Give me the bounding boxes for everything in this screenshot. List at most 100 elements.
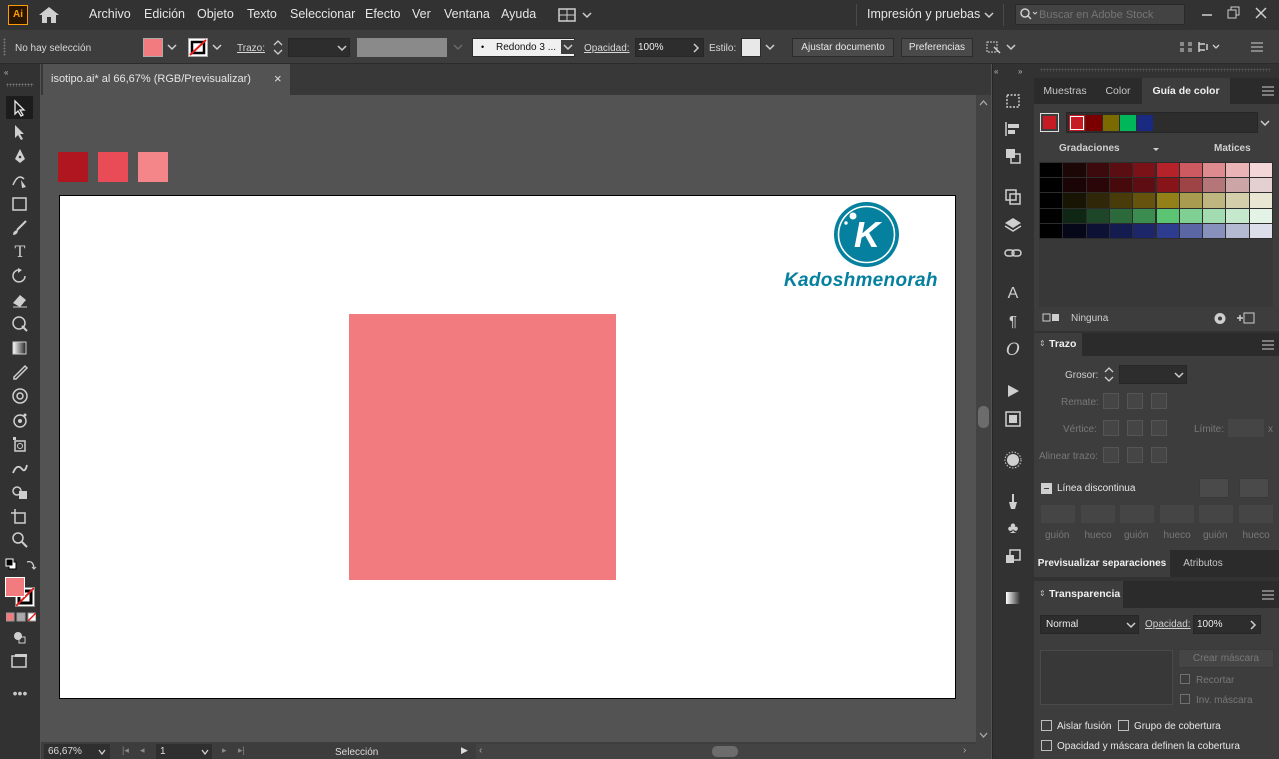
- save-color-group-icon[interactable]: [1236, 312, 1256, 325]
- tab-swatches[interactable]: Muestras: [1036, 78, 1094, 104]
- color-guide-cell[interactable]: [1226, 193, 1249, 208]
- canvas-swatch-3[interactable]: [138, 152, 168, 182]
- limit-none-icon[interactable]: [1042, 313, 1062, 323]
- chevron-down-icon[interactable]: [1258, 116, 1272, 130]
- color-guide-cell[interactable]: [1179, 208, 1203, 223]
- logo-icon[interactable]: K: [833, 201, 900, 268]
- artboard-number-field[interactable]: 1: [156, 744, 212, 759]
- menu-ver[interactable]: Ver: [412, 7, 431, 21]
- zoom-field[interactable]: 66,67%: [44, 744, 110, 759]
- dashed-line-checkbox[interactable]: [1041, 483, 1052, 494]
- panel-menu-icon[interactable]: [1261, 589, 1275, 601]
- shape-builder-icon[interactable]: [10, 483, 30, 501]
- miter-join-icon[interactable]: [1103, 420, 1119, 436]
- weight-stepper[interactable]: [1102, 365, 1116, 384]
- menu-texto[interactable]: Texto: [247, 7, 277, 21]
- canvas-swatch-1[interactable]: [58, 152, 88, 182]
- color-guide-cell[interactable]: [1156, 178, 1179, 193]
- color-guide-cell[interactable]: [1086, 208, 1109, 223]
- color-guide-cell[interactable]: [1109, 193, 1133, 208]
- transparency-opacity-label[interactable]: Opacidad:: [1145, 619, 1191, 630]
- chevron-down-icon[interactable]: [165, 40, 179, 54]
- brushes-icon[interactable]: [1003, 492, 1023, 510]
- panel-menu-icon[interactable]: [1261, 85, 1275, 97]
- color-guide-cell[interactable]: [1179, 193, 1203, 208]
- last-artboard-icon[interactable]: ▸|: [238, 745, 245, 756]
- minimize-icon[interactable]: [1199, 5, 1215, 21]
- more-tools-icon[interactable]: •••: [10, 684, 30, 702]
- harmony-color[interactable]: [1086, 115, 1102, 131]
- color-mode-icons[interactable]: [5, 612, 37, 622]
- gradient-panel-icon[interactable]: [1003, 589, 1023, 607]
- tab-attributes[interactable]: Atributos: [1172, 550, 1234, 577]
- color-guide-grid[interactable]: [1039, 162, 1273, 239]
- align-panel-icon[interactable]: [1003, 120, 1023, 138]
- color-guide-cell[interactable]: [1040, 208, 1063, 223]
- collapse-panel-icon[interactable]: «: [994, 67, 998, 76]
- bevel-join-icon[interactable]: [1151, 420, 1167, 436]
- color-guide-cell[interactable]: [1133, 163, 1156, 178]
- eraser-tool-icon[interactable]: [10, 291, 30, 309]
- color-guide-cell[interactable]: [1086, 163, 1109, 178]
- appearance-icon[interactable]: [1003, 451, 1023, 469]
- opacity-label[interactable]: Opacidad:: [584, 43, 630, 54]
- dash-field[interactable]: [1041, 505, 1075, 523]
- type-tool-icon[interactable]: T: [10, 243, 30, 261]
- graphic-styles-icon[interactable]: [1003, 548, 1023, 566]
- color-guide-cell[interactable]: [1179, 223, 1203, 238]
- stroke-label[interactable]: Trazo:: [237, 43, 265, 54]
- pink-square[interactable]: [349, 314, 616, 580]
- fill-swatch[interactable]: [143, 38, 163, 57]
- isolate-icon[interactable]: [1197, 40, 1223, 54]
- square-cap-icon[interactable]: [1151, 393, 1167, 409]
- color-guide-cell[interactable]: [1203, 193, 1226, 208]
- color-guide-cell[interactable]: [1109, 178, 1133, 193]
- dash-field[interactable]: [1080, 505, 1115, 523]
- limit-none-label[interactable]: Ninguna: [1071, 313, 1108, 324]
- current-tool-status[interactable]: Selección: [335, 747, 378, 758]
- color-guide-cell[interactable]: [1040, 193, 1063, 208]
- stroke-weight-field[interactable]: [288, 38, 350, 57]
- scroll-left-icon[interactable]: ‹: [479, 745, 482, 756]
- align-outside-icon[interactable]: [1151, 447, 1167, 463]
- color-guide-cell[interactable]: [1249, 163, 1272, 178]
- round-cap-icon[interactable]: [1127, 393, 1143, 409]
- color-guide-cell[interactable]: [1133, 223, 1156, 238]
- color-guide-cell[interactable]: [1133, 178, 1156, 193]
- tab-separations-preview[interactable]: Previsualizar separaciones: [1034, 550, 1170, 577]
- gradations-label[interactable]: Gradaciones: [1059, 143, 1120, 154]
- opentype-icon[interactable]: O: [1003, 341, 1023, 359]
- color-guide-cell[interactable]: [1249, 208, 1272, 223]
- color-guide-cell[interactable]: [1203, 178, 1226, 193]
- pen-tool-icon[interactable]: [10, 147, 30, 165]
- menu-ayuda[interactable]: Ayuda: [501, 7, 536, 21]
- opacity-field[interactable]: 100%: [635, 38, 704, 57]
- document-tab[interactable]: isotipo.ai* al 66,67% (RGB/Previsualizar…: [43, 64, 290, 95]
- color-guide-cell[interactable]: [1156, 163, 1179, 178]
- swap-colors-icon[interactable]: [25, 558, 37, 570]
- color-guide-cell[interactable]: [1109, 208, 1133, 223]
- color-guide-cell[interactable]: [1156, 193, 1179, 208]
- transform-panel-icon[interactable]: [1003, 92, 1023, 110]
- default-colors-icon[interactable]: [5, 558, 17, 570]
- knockout-group-label[interactable]: Grupo de cobertura: [1134, 721, 1221, 732]
- color-guide-cell[interactable]: [1249, 193, 1272, 208]
- color-guide-cell[interactable]: [1109, 163, 1133, 178]
- knockout-group-checkbox[interactable]: [1118, 720, 1129, 731]
- graph-tool-icon[interactable]: [10, 435, 30, 453]
- color-guide-cell[interactable]: [1226, 163, 1249, 178]
- color-guide-cell[interactable]: [1040, 163, 1063, 178]
- transparency-tab[interactable]: ⇕ Transparencia: [1034, 581, 1123, 608]
- puppet-warp-icon[interactable]: [10, 459, 30, 477]
- next-artboard-icon[interactable]: ▸: [222, 745, 227, 756]
- color-guide-cell[interactable]: [1063, 208, 1086, 223]
- base-color-swatch[interactable]: [1040, 113, 1059, 132]
- isolate-blending-label[interactable]: Aislar fusión: [1057, 721, 1111, 732]
- blend-mode-select[interactable]: Normal: [1040, 615, 1139, 634]
- align-inside-icon[interactable]: [1127, 447, 1143, 463]
- harmony-color[interactable]: [1120, 115, 1136, 131]
- color-guide-cell[interactable]: [1203, 223, 1226, 238]
- rotate-tool-icon[interactable]: [10, 267, 30, 285]
- layers-icon[interactable]: [1003, 216, 1023, 234]
- direct-selection-icon[interactable]: [10, 123, 30, 141]
